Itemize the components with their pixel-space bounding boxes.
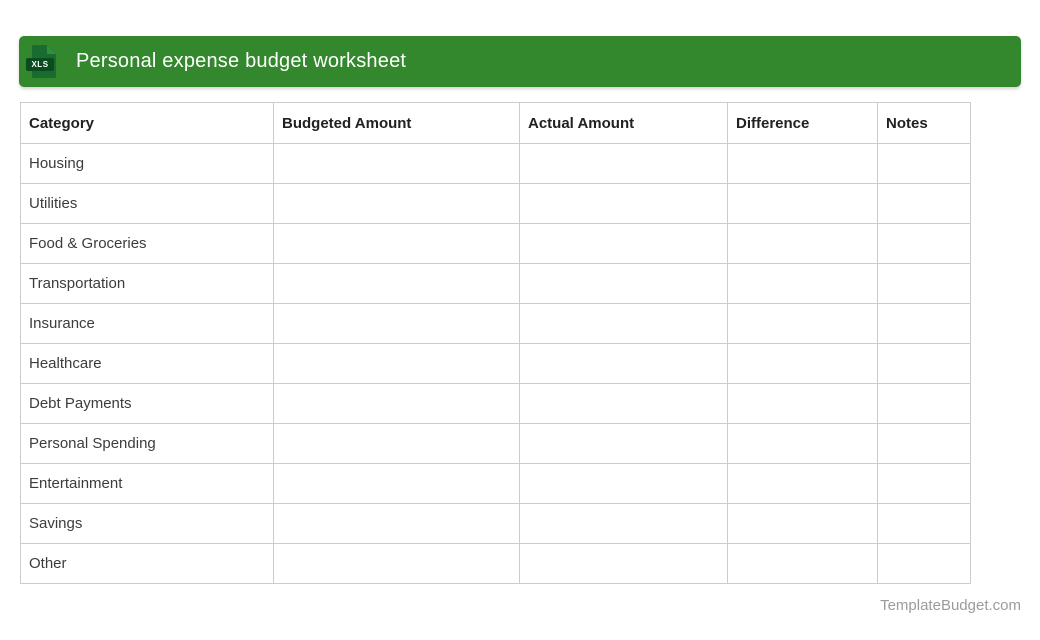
budget-table: Category Budgeted Amount Actual Amount D… [20,102,971,584]
notes-cell [877,183,971,224]
notes-cell [877,463,971,504]
table-row: Savings [20,503,971,544]
table-row: Healthcare [20,343,971,384]
notes-cell [877,383,971,424]
notes-cell [877,503,971,544]
actual-amount-cell [519,303,728,344]
table-row: Transportation [20,263,971,304]
folded-corner [47,45,56,54]
table-row: Other [20,543,971,584]
notes-cell [877,423,971,464]
budgeted-amount-cell [273,183,520,224]
column-header-notes: Notes [877,102,971,144]
difference-cell [727,303,878,344]
budgeted-amount-cell [273,383,520,424]
site-credit: TemplateBudget.com [880,597,1021,614]
actual-amount-cell [519,143,728,184]
notes-cell [877,543,971,584]
budgeted-amount-cell [273,263,520,304]
category-cell: Savings [20,503,274,544]
budgeted-amount-cell [273,303,520,344]
budgeted-amount-cell [273,423,520,464]
category-cell: Entertainment [20,463,274,504]
budgeted-amount-cell [273,543,520,584]
actual-amount-cell [519,423,728,464]
difference-cell [727,423,878,464]
column-header-difference: Difference [727,102,878,144]
difference-cell [727,543,878,584]
category-cell: Food & Groceries [20,223,274,264]
difference-cell [727,183,878,224]
table-row: Entertainment [20,463,971,504]
budgeted-amount-cell [273,223,520,264]
table-row: Utilities [20,183,971,224]
column-header-budgeted-amount: Budgeted Amount [273,102,520,144]
page-title: Personal expense budget worksheet [76,50,407,72]
table-row: Food & Groceries [20,223,971,264]
difference-cell [727,503,878,544]
category-cell: Other [20,543,274,584]
category-cell: Debt Payments [20,383,274,424]
notes-cell [877,223,971,264]
difference-cell [727,263,878,304]
difference-cell [727,463,878,504]
actual-amount-cell [519,263,728,304]
actual-amount-cell [519,543,728,584]
table-row: Personal Spending [20,423,971,464]
notes-cell [877,143,971,184]
xls-file-icon: XLS [26,45,57,78]
category-cell: Utilities [20,183,274,224]
xls-badge-label: XLS [26,58,54,71]
table-row: Debt Payments [20,383,971,424]
column-header-category: Category [20,102,274,144]
category-cell: Healthcare [20,343,274,384]
budgeted-amount-cell [273,503,520,544]
actual-amount-cell [519,223,728,264]
notes-cell [877,263,971,304]
difference-cell [727,143,878,184]
actual-amount-cell [519,183,728,224]
budgeted-amount-cell [273,463,520,504]
table-header-row: Category Budgeted Amount Actual Amount D… [20,102,971,144]
budgeted-amount-cell [273,343,520,384]
category-cell: Transportation [20,263,274,304]
difference-cell [727,343,878,384]
category-cell: Housing [20,143,274,184]
notes-cell [877,343,971,384]
actual-amount-cell [519,343,728,384]
actual-amount-cell [519,463,728,504]
actual-amount-cell [519,503,728,544]
column-header-actual-amount: Actual Amount [519,102,728,144]
notes-cell [877,303,971,344]
difference-cell [727,383,878,424]
table-row: Insurance [20,303,971,344]
actual-amount-cell [519,383,728,424]
difference-cell [727,223,878,264]
table-row: Housing [20,143,971,184]
category-cell: Insurance [20,303,274,344]
category-cell: Personal Spending [20,423,274,464]
worksheet-header-bar: XLS Personal expense budget worksheet [19,36,1021,87]
budgeted-amount-cell [273,143,520,184]
